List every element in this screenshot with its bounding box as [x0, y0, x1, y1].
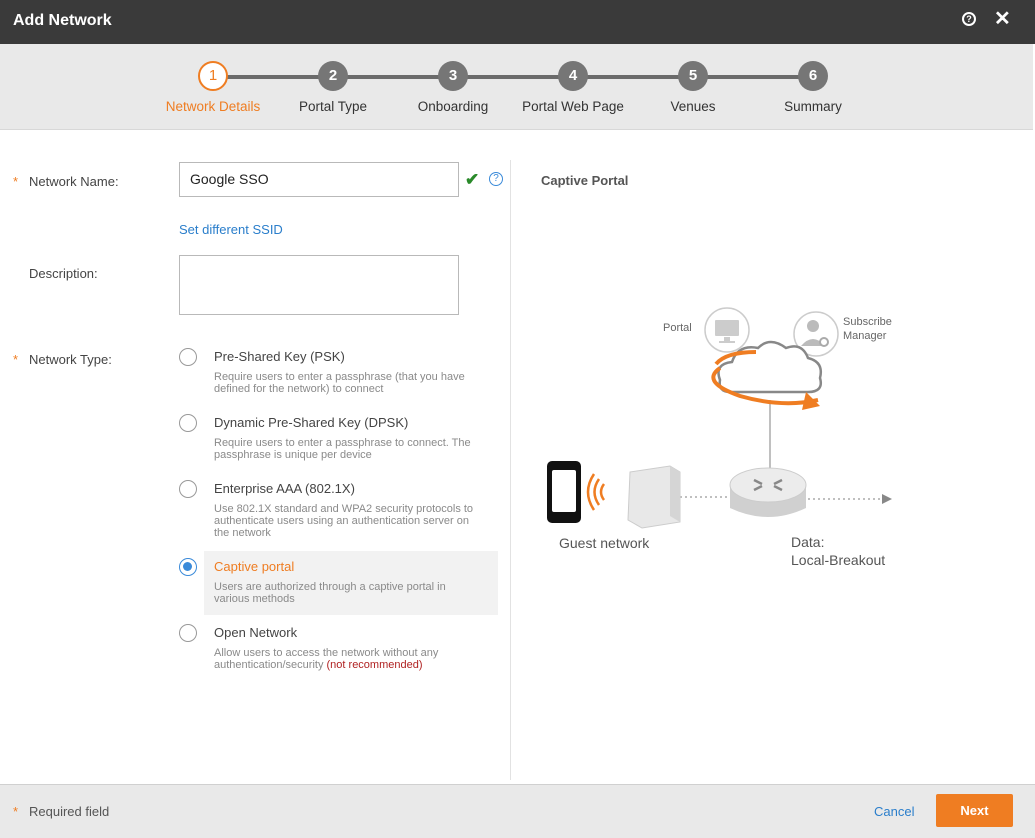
psk-radio[interactable] [179, 348, 197, 366]
router-icon [729, 467, 807, 517]
step-label: Network Details [165, 99, 261, 114]
cancel-button[interactable]: Cancel [874, 804, 914, 819]
help-icon[interactable]: ? [962, 12, 976, 26]
manager-label: Manager [843, 330, 887, 342]
option-open-network[interactable]: Open Network Allow users to access the n… [179, 624, 499, 674]
subscribe-label: Subscribe [843, 316, 892, 328]
option-description: Allow users to access the network withou… [214, 647, 484, 671]
description-label: Description: [29, 266, 98, 281]
dialog-title: Add Network [13, 12, 112, 29]
required-marker: * [13, 804, 19, 819]
illustration-title: Captive Portal [541, 173, 629, 188]
info-icon[interactable]: ? [489, 172, 503, 186]
step-label: Venues [670, 99, 716, 114]
data-label: Data: [791, 534, 825, 550]
portal-icon [704, 307, 750, 353]
option-title: Enterprise AAA (802.1X) [214, 481, 355, 496]
enterprise-aaa-radio[interactable] [179, 480, 197, 498]
option-dpsk[interactable]: Dynamic Pre-Shared Key (DPSK) Require us… [179, 414, 499, 464]
dpsk-radio[interactable] [179, 414, 197, 432]
network-type-label: Network Type: [29, 352, 112, 367]
option-enterprise-aaa[interactable]: Enterprise AAA (802.1X) Use 802.1X stand… [179, 480, 499, 542]
option-description: Users are authorized through a captive p… [214, 581, 446, 605]
step-portal-type[interactable]: 2 Portal Type [263, 61, 403, 114]
option-description: Require users to enter a passphrase to c… [214, 437, 471, 461]
step-number: 4 [558, 61, 588, 91]
network-name-label: Network Name: [29, 174, 119, 189]
required-marker: * [13, 174, 19, 189]
portal-label: Portal [663, 322, 692, 334]
guest-network-label: Guest network [559, 535, 650, 551]
close-icon[interactable]: ✕ [994, 8, 1011, 30]
step-portal-web-page[interactable]: 4 Portal Web Page [503, 61, 643, 114]
step-number: 1 [198, 61, 228, 91]
wifi-signal-icon [586, 473, 606, 511]
option-description: Require users to enter a passphrase (tha… [214, 371, 465, 395]
step-label: Onboarding [417, 99, 489, 114]
local-breakout-label: Local-Breakout [791, 552, 886, 568]
phone-icon [547, 461, 581, 523]
valid-check-icon: ✔ [465, 170, 480, 189]
step-summary[interactable]: 6 Summary [743, 61, 883, 114]
required-marker: * [13, 352, 19, 367]
option-description: Use 802.1X standard and WPA2 security pr… [214, 503, 474, 539]
step-label: Summary [784, 99, 842, 114]
set-different-ssid-link[interactable]: Set different SSID [179, 222, 283, 237]
option-captive-portal[interactable]: Captive portal Users are authorized thro… [179, 558, 499, 608]
option-title: Dynamic Pre-Shared Key (DPSK) [214, 415, 409, 430]
step-label: Portal Web Page [522, 99, 624, 114]
step-network-details[interactable]: 1 Network Details [143, 61, 283, 114]
description-field[interactable] [179, 255, 459, 315]
panel-divider [510, 160, 511, 780]
option-title: Captive portal [214, 559, 295, 574]
step-number: 3 [438, 61, 468, 91]
step-venues[interactable]: 5 Venues [623, 61, 763, 114]
option-title: Open Network [214, 625, 298, 640]
wizard-stepper: 1 Network Details 2 Portal Type 3 Onboar… [0, 44, 1033, 130]
dialog-header: Add Network ? ✕ [0, 0, 1035, 44]
step-number: 2 [318, 61, 348, 91]
next-button[interactable]: Next [936, 794, 1013, 827]
network-name-input[interactable]: Google SSO [179, 162, 459, 197]
step-label: Portal Type [298, 99, 368, 114]
captive-portal-radio[interactable] [179, 558, 197, 576]
option-title: Pre-Shared Key (PSK) [214, 349, 345, 364]
open-network-radio[interactable] [179, 624, 197, 642]
option-psk[interactable]: Pre-Shared Key (PSK) Require users to en… [179, 348, 499, 398]
not-recommended-note: (not recommended) [326, 659, 423, 671]
required-field-note: Required field [29, 804, 110, 819]
step-onboarding[interactable]: 3 Onboarding [383, 61, 523, 114]
step-number: 6 [798, 61, 828, 91]
dialog-footer: * Required field Cancel Next [0, 784, 1035, 838]
step-number: 5 [678, 61, 708, 91]
access-point-icon [627, 465, 681, 529]
